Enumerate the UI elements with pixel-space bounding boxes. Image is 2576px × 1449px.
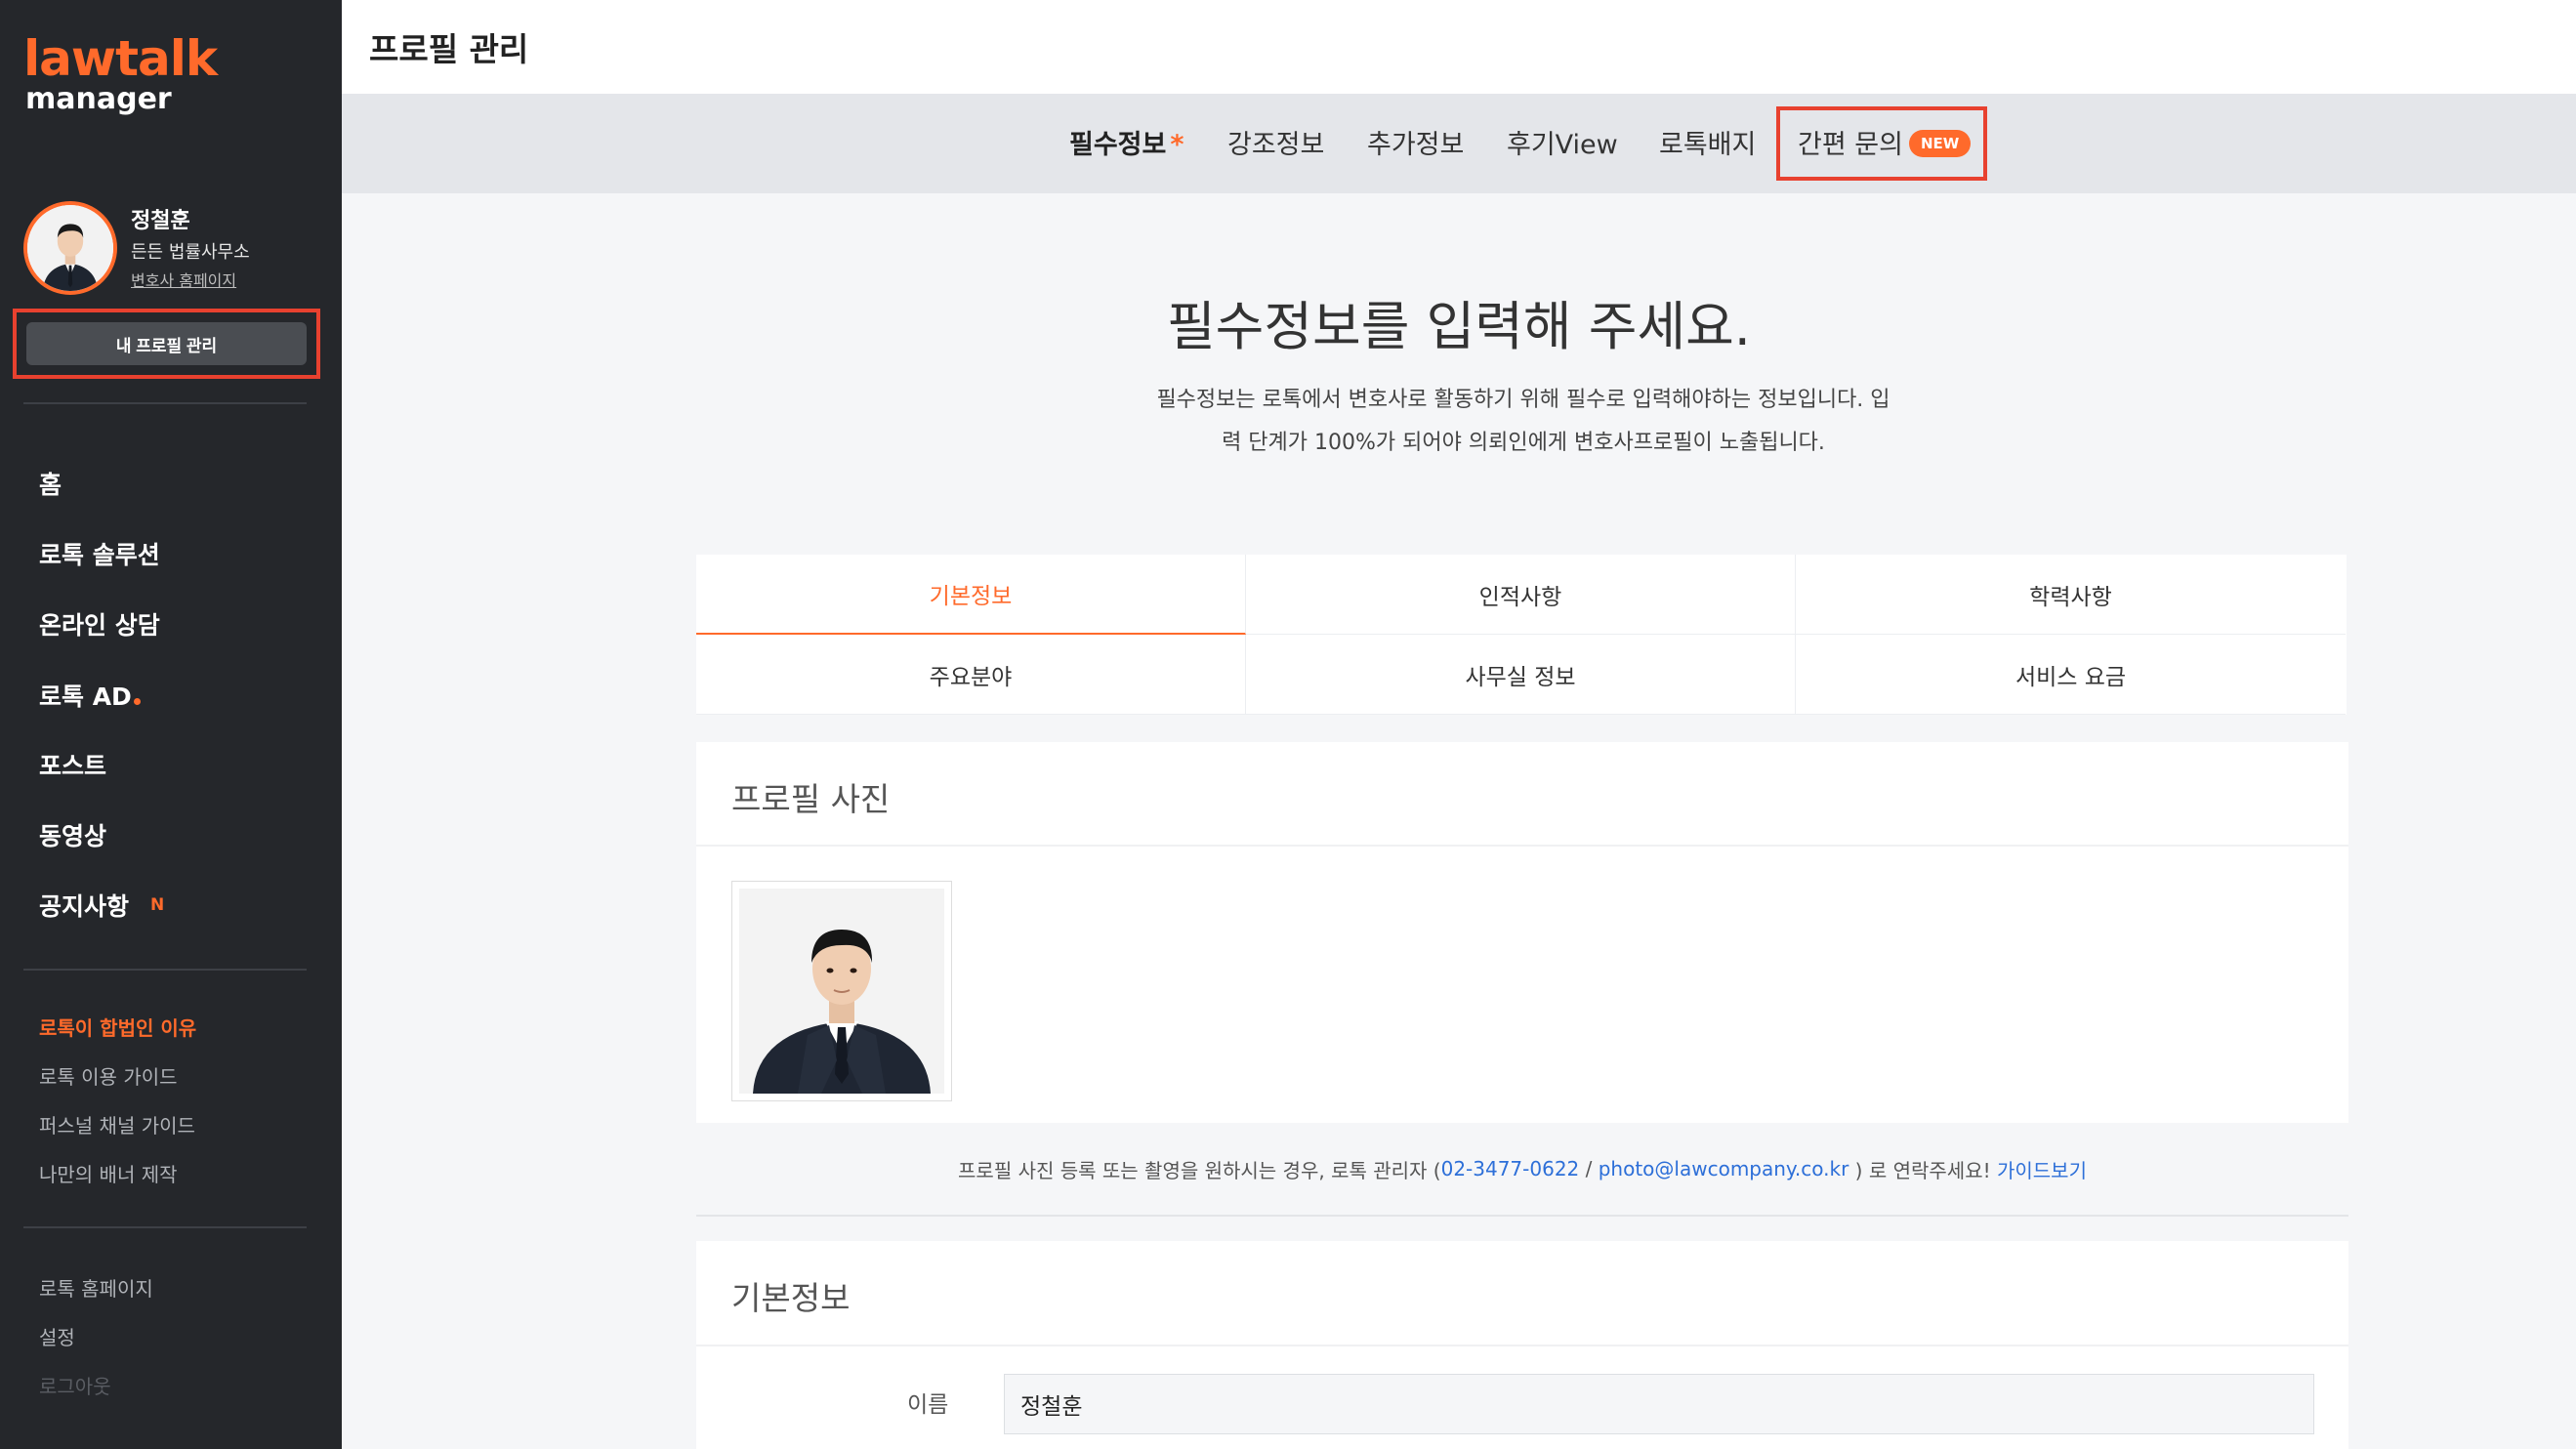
profile-tabbar: 필수정보 * 강조정보 추가정보 후기View 로톡배지 간편 문의 NEW — [342, 94, 2576, 193]
page-header: 프로필 관리 — [342, 0, 2576, 94]
nav-item-online-consult[interactable]: 온라인 상담 — [39, 606, 160, 642]
nav-item-home[interactable]: 홈 — [39, 466, 62, 501]
tab-label: 강조정보 — [1227, 130, 1325, 160]
nav-label: 포스트 — [39, 752, 107, 780]
required-star-icon: * — [1170, 130, 1184, 160]
admin-phone-link[interactable]: 02-3477-0622 — [1441, 1157, 1580, 1180]
sidebar-divider — [23, 969, 307, 971]
tab-additional-info[interactable]: 추가정보 — [1367, 123, 1464, 161]
highlight-frame: 내 프로필 관리 — [13, 309, 320, 379]
nav-item-lawtalk-ad[interactable]: 로톡 AD — [39, 678, 141, 713]
orange-dot-icon — [133, 697, 141, 705]
profile-photo[interactable] — [731, 881, 952, 1101]
tab-label: 로톡배지 — [1659, 130, 1757, 160]
nav-label: 로톡 AD — [39, 683, 132, 711]
notice-separator: / — [1579, 1157, 1599, 1180]
tab-label: 필수정보 — [1069, 130, 1167, 160]
tab-review-view[interactable]: 후기View — [1507, 123, 1618, 161]
lawyer-name: 정철훈 — [131, 209, 190, 233]
avatar[interactable] — [23, 201, 117, 295]
section-tab-main-fields[interactable]: 주요분야 — [696, 635, 1246, 715]
lawyer-photo-icon — [739, 889, 944, 1094]
required-section-tabs: 기본정보 인적사항 학력사항 주요분야 사무실 정보 서비스 요금 — [696, 555, 2347, 715]
section-tab-basic-info[interactable]: 기본정보 — [696, 555, 1246, 635]
nav-label: 로톡 솔루션 — [39, 541, 160, 569]
logo-wordmark: lawtalk — [23, 30, 218, 87]
nav-item-solution[interactable]: 로톡 솔루션 — [39, 536, 160, 571]
section-tab-personal-info[interactable]: 인적사항 — [1246, 555, 1796, 635]
admin-email-link[interactable]: photo@lawcompany.co.kr — [1599, 1157, 1849, 1180]
sidebar: lawtalk manager 정철훈 든든 법률사무소 변호사 홈페이지 내 … — [0, 0, 342, 1449]
nav-label: 공지사항 — [39, 892, 130, 921]
nav-item-video[interactable]: 동영상 — [39, 817, 106, 852]
card-title: 프로필 사진 — [731, 780, 891, 818]
notice-text: ) 로 연락주세요! — [1849, 1158, 1997, 1182]
law-firm-name: 든든 법률사무소 — [131, 242, 250, 263]
nav-label: 동영상 — [39, 822, 107, 850]
logout-link[interactable]: 로그아웃 — [39, 1371, 111, 1399]
banner-maker-link[interactable]: 나만의 배너 제작 — [39, 1159, 178, 1187]
profile-summary: 정철훈 든든 법률사무소 변호사 홈페이지 — [23, 201, 316, 299]
description-line: 필수정보는 로톡에서 변호사로 활동하기 위해 필수로 입력해야하는 정보입니다… — [1156, 388, 1890, 412]
section-tab-service-fee[interactable]: 서비스 요금 — [1796, 635, 2346, 715]
lawyer-homepage-link[interactable]: 변호사 홈페이지 — [131, 268, 236, 291]
tab-highlight-info[interactable]: 강조정보 — [1227, 123, 1324, 161]
nav-label: 온라인 상담 — [39, 611, 160, 640]
profile-photo-card: 프로필 사진 프로필 사진 등록 또는 촬영을 원하시는 경우, 로톡 관리자 … — [696, 742, 2348, 1217]
section-tab-education[interactable]: 학력사항 — [1796, 555, 2346, 635]
new-badge: N — [150, 895, 165, 915]
tab-label: 추가정보 — [1367, 130, 1465, 160]
guide-usage-link[interactable]: 로톡 이용 가이드 — [39, 1061, 178, 1090]
section-description: 필수정보는 로톡에서 변호사로 활동하기 위해 필수로 입력해야하는 정보입니다… — [1123, 379, 1924, 465]
tab-lawtalk-badge[interactable]: 로톡배지 — [1659, 123, 1756, 161]
sidebar-divider — [23, 402, 307, 404]
name-field[interactable] — [1004, 1374, 2314, 1434]
guide-personal-channel-link[interactable]: 퍼스널 채널 가이드 — [39, 1110, 195, 1138]
tab-required-info[interactable]: 필수정보 * — [1069, 123, 1184, 161]
highlight-frame — [1776, 106, 1987, 181]
sidebar-divider — [23, 1226, 307, 1228]
guide-legal-reason-link[interactable]: 로톡이 합법인 이유 — [39, 1013, 196, 1041]
notice-text: 프로필 사진 등록 또는 촬영을 원하시는 경우, 로톡 관리자 ( — [958, 1158, 1441, 1182]
tab-label: 후기View — [1507, 130, 1618, 160]
card-divider — [696, 1345, 2348, 1346]
my-profile-manage-button[interactable]: 내 프로필 관리 — [26, 322, 307, 365]
nav-item-notice[interactable]: 공지사항 N — [39, 888, 164, 923]
lawyer-portrait-icon — [27, 205, 113, 291]
photo-contact-notice: 프로필 사진 등록 또는 촬영을 원하시는 경우, 로톡 관리자 ( 02-34… — [696, 1123, 2348, 1217]
description-line: 력 단계가 100%가 되어야 의뢰인에게 변호사프로필이 노출됩니다. — [1222, 431, 1825, 455]
page-title: 프로필 관리 — [369, 30, 529, 68]
card-divider — [696, 845, 2348, 847]
section-tab-office-info[interactable]: 사무실 정보 — [1246, 635, 1796, 715]
settings-link[interactable]: 설정 — [39, 1322, 75, 1350]
nav-item-post[interactable]: 포스트 — [39, 747, 106, 782]
logo-subtitle: manager — [25, 82, 172, 116]
photo-guide-link[interactable]: 가이드보기 — [1997, 1155, 2087, 1183]
lawtalk-manager-logo[interactable]: lawtalk manager — [23, 30, 218, 116]
nav-label: 홈 — [39, 471, 62, 499]
card-title: 기본정보 — [731, 1279, 851, 1317]
name-field-label: 이름 — [907, 1392, 949, 1418]
lawtalk-homepage-link[interactable]: 로톡 홈페이지 — [39, 1273, 153, 1302]
basic-info-card: 기본정보 이름 — [696, 1241, 2348, 1449]
section-heading: 필수정보를 입력해 주세요. — [1167, 296, 1751, 357]
